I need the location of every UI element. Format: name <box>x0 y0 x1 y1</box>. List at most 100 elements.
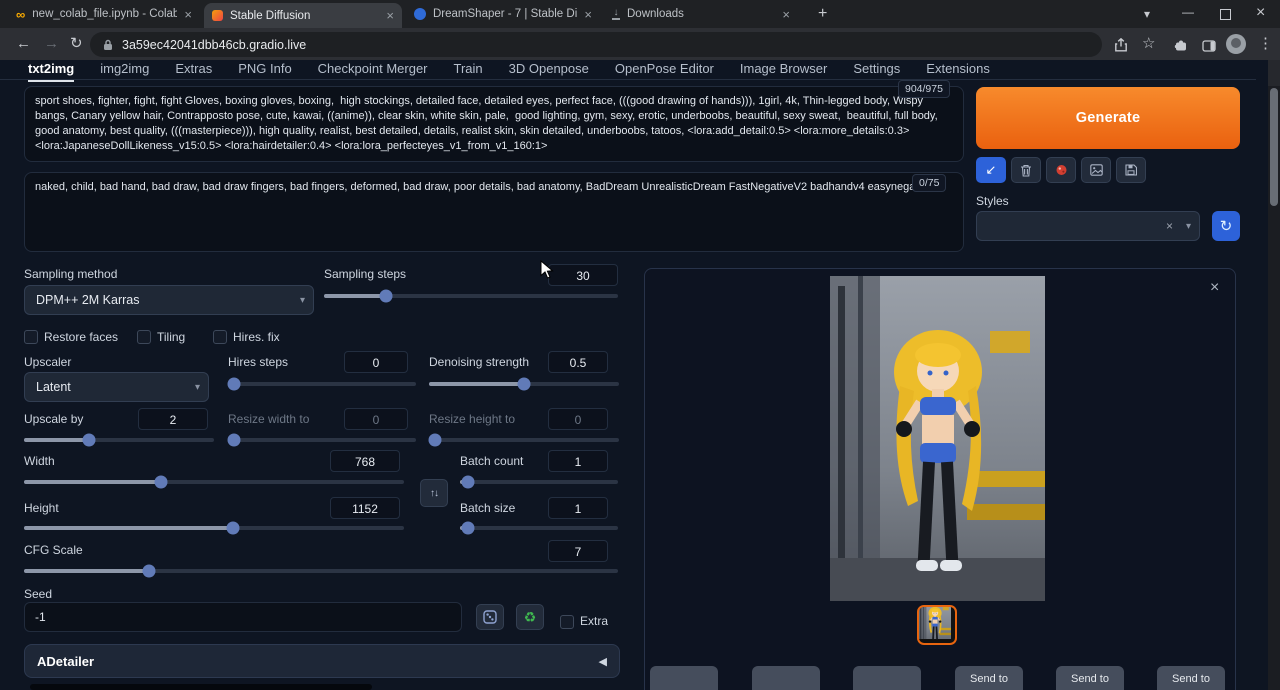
clear-styles-icon[interactable]: × <box>1166 219 1173 233</box>
generate-button[interactable]: Generate <box>976 87 1240 149</box>
send-to-img2img-button[interactable]: Send to <box>955 666 1023 690</box>
reuse-seed-button[interactable]: ♻ <box>516 604 544 630</box>
tab-title: Stable Diffusion <box>230 10 379 22</box>
window-minimize-button[interactable]: — <box>1182 5 1194 19</box>
send-to-extras-button[interactable]: Send to <box>1157 666 1225 690</box>
negative-prompt-input[interactable] <box>24 172 964 252</box>
refresh-icon: ↻ <box>1220 217 1233 235</box>
extra-seed-checkbox[interactable] <box>560 615 574 629</box>
resize-width-label: Resize width to <box>228 412 309 426</box>
sampling-steps-slider[interactable] <box>324 294 618 298</box>
batch-size-slider[interactable] <box>460 526 618 530</box>
batch-count-slider[interactable] <box>460 480 618 484</box>
extensions-icon[interactable] <box>1174 38 1188 57</box>
hires-steps-slider[interactable] <box>228 382 416 386</box>
share-icon[interactable] <box>1114 38 1128 57</box>
cfg-scale-value[interactable]: 7 <box>548 540 608 562</box>
resize-width-slider[interactable] <box>228 438 416 442</box>
close-icon[interactable]: × <box>184 8 192 21</box>
denoising-strength-value[interactable]: 0.5 <box>548 351 608 373</box>
tab-title: new_colab_file.ipynb - Colaborat <box>32 8 177 20</box>
trash-icon <box>1020 164 1032 177</box>
sampling-steps-value[interactable]: 30 <box>548 264 618 286</box>
close-icon[interactable]: × <box>386 9 394 22</box>
sampling-steps-label: Sampling steps <box>324 267 406 281</box>
upscale-by-slider[interactable] <box>24 438 214 442</box>
extra-networks-button[interactable] <box>1046 157 1076 183</box>
divider <box>0 79 1256 80</box>
cfg-scale-slider[interactable] <box>24 569 618 573</box>
browser-menu-icon[interactable]: ⋮ <box>1258 36 1273 51</box>
batch-size-value[interactable]: 1 <box>548 497 608 519</box>
cfg-scale-label: CFG Scale <box>24 543 83 557</box>
image-action-button[interactable] <box>853 666 921 690</box>
restore-faces-checkbox[interactable] <box>24 330 38 344</box>
close-icon[interactable]: × <box>782 8 790 21</box>
upscaler-dropdown[interactable]: Latent ▾ <box>24 372 209 402</box>
browser-tab-stable-diffusion[interactable]: Stable Diffusion × <box>204 3 402 28</box>
window-maximize-button[interactable] <box>1220 9 1231 20</box>
width-value[interactable]: 768 <box>330 450 400 472</box>
resize-width-value[interactable]: 0 <box>344 408 408 430</box>
upscale-by-label: Upscale by <box>24 412 83 426</box>
forward-icon[interactable]: → <box>44 36 59 51</box>
save-style-button[interactable] <box>1116 157 1146 183</box>
random-seed-button[interactable] <box>476 604 504 630</box>
styles-dropdown[interactable]: × ▾ <box>976 211 1200 241</box>
hires-steps-value[interactable]: 0 <box>344 351 408 373</box>
close-icon[interactable]: × <box>584 8 592 21</box>
side-panel-icon[interactable] <box>1202 39 1216 57</box>
seed-input[interactable] <box>24 602 462 632</box>
tiling-checkbox[interactable] <box>137 330 151 344</box>
lock-icon <box>103 39 113 51</box>
adetailer-accordion[interactable]: ADetailer ◀ <box>24 644 620 678</box>
window-close-button[interactable]: × <box>1256 4 1265 22</box>
image-action-button[interactable] <box>752 666 820 690</box>
sampling-method-value: DPM++ 2M Karras <box>36 293 140 307</box>
styles-label: Styles <box>976 194 1009 208</box>
paste-generation-params-button[interactable]: ↙ <box>976 157 1006 183</box>
generated-image[interactable] <box>830 276 1045 606</box>
paste-arrow-icon: ↙ <box>986 162 997 178</box>
adetailer-label: ADetailer <box>37 654 94 669</box>
upscale-by-value[interactable]: 2 <box>138 408 208 430</box>
reload-icon[interactable]: ↻ <box>70 36 83 51</box>
image-action-button[interactable] <box>650 666 718 690</box>
close-preview-icon[interactable]: × <box>1210 280 1219 296</box>
sampling-method-label: Sampling method <box>24 267 117 281</box>
height-value[interactable]: 1152 <box>330 497 400 519</box>
address-bar[interactable]: 3a59ec42041dbb46cb.gradio.live <box>90 32 1102 57</box>
denoising-strength-slider[interactable] <box>429 382 619 386</box>
colab-favicon-icon: ∞ <box>16 7 25 22</box>
batch-count-value[interactable]: 1 <box>548 450 608 472</box>
new-tab-button[interactable]: + <box>818 6 827 21</box>
send-to-inpaint-button[interactable]: Send to <box>1056 666 1124 690</box>
profile-avatar[interactable] <box>1226 34 1246 54</box>
bookmark-star-icon[interactable]: ☆ <box>1142 36 1155 51</box>
resize-height-value[interactable]: 0 <box>548 408 608 430</box>
sampling-method-dropdown[interactable]: DPM++ 2M Karras ▾ <box>24 285 314 315</box>
back-icon[interactable]: ← <box>16 36 31 51</box>
hires-fix-label: Hires. fix <box>233 330 280 344</box>
tiling-label: Tiling <box>157 330 185 344</box>
swap-width-height-button[interactable]: ↑↓ <box>420 479 448 507</box>
collapse-arrow-icon: ◀ <box>599 655 607 668</box>
browser-tab-dreamshaper[interactable]: DreamShaper - 7 | Stable Diffusi × <box>406 0 600 28</box>
resize-height-slider[interactable] <box>429 438 619 442</box>
clear-prompt-button[interactable] <box>1011 157 1041 183</box>
height-slider[interactable] <box>24 526 404 530</box>
browser-tab-downloads[interactable]: ↓ Downloads × <box>604 0 798 28</box>
prompt-input[interactable] <box>24 86 964 162</box>
apply-styles-button[interactable] <box>1081 157 1111 183</box>
refresh-styles-button[interactable]: ↻ <box>1212 211 1240 241</box>
scrollbar-thumb[interactable] <box>1270 88 1278 206</box>
hires-fix-checkbox[interactable] <box>213 330 227 344</box>
upscaler-label: Upscaler <box>24 355 71 369</box>
mouse-cursor <box>540 260 554 285</box>
gallery-thumbnail[interactable] <box>917 605 957 645</box>
tab-search-chevron-icon[interactable]: ▾ <box>1144 7 1150 22</box>
browser-tab-colab[interactable]: ∞ new_colab_file.ipynb - Colaborat × <box>8 0 200 28</box>
url-text: 3a59ec42041dbb46cb.gradio.live <box>122 38 306 52</box>
width-slider[interactable] <box>24 480 404 484</box>
civitai-favicon-icon <box>414 8 426 20</box>
